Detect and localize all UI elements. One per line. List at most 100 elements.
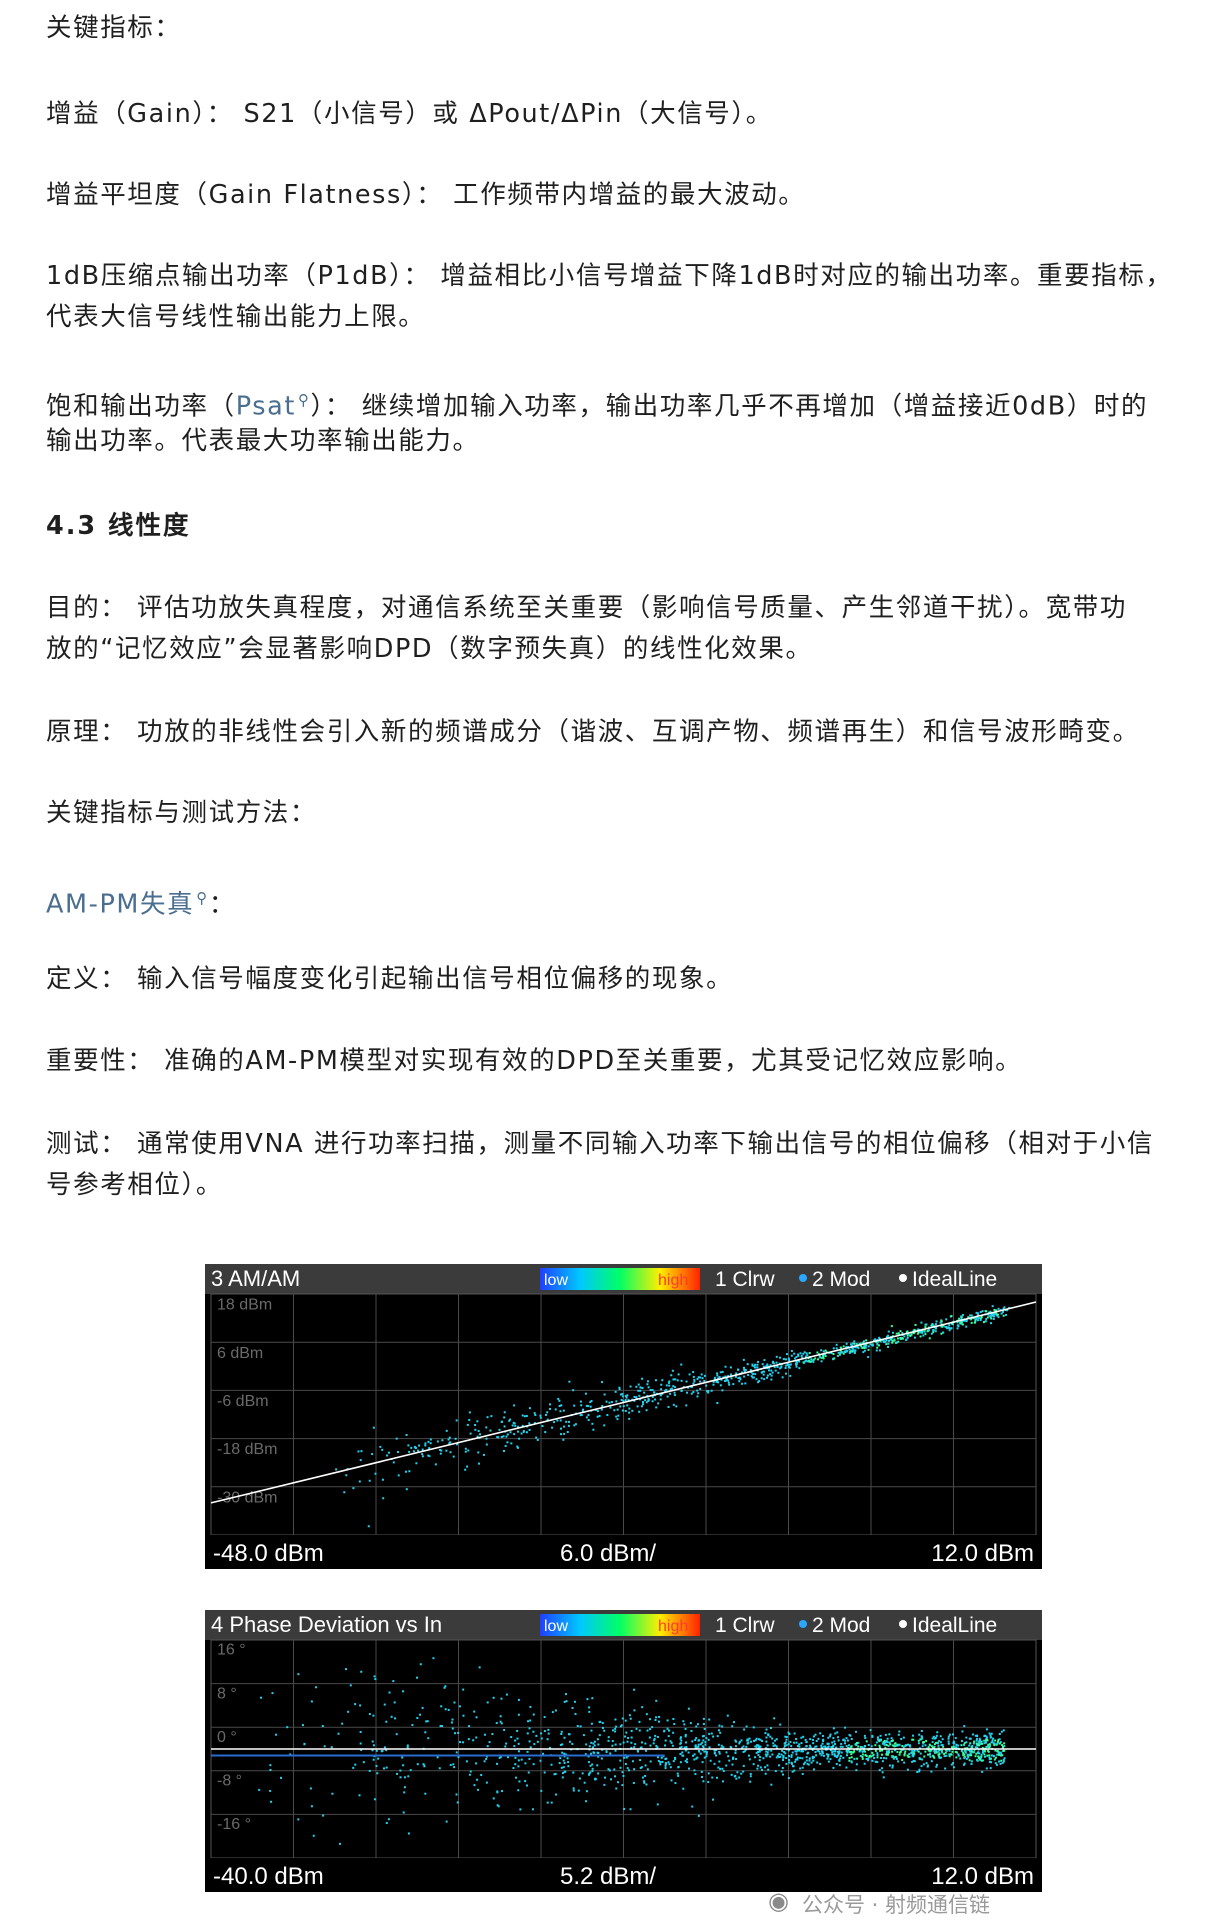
scatter-point	[359, 1704, 362, 1707]
scatter-point	[669, 1740, 672, 1743]
scatter-point	[640, 1405, 643, 1408]
scatter-point	[641, 1400, 644, 1403]
scatter-point	[485, 1781, 488, 1784]
scatter-point	[861, 1753, 864, 1756]
scatter-point	[592, 1428, 595, 1431]
scatter-point	[685, 1404, 688, 1407]
scatter-point	[358, 1480, 361, 1483]
scatter-point	[576, 1725, 579, 1728]
scatter-point	[821, 1742, 824, 1745]
scatter-point	[645, 1401, 648, 1404]
scatter-point	[392, 1680, 395, 1683]
scatter-point	[473, 1784, 476, 1787]
scatter-point	[731, 1763, 734, 1766]
scatter-point	[878, 1769, 881, 1772]
scatter-point	[646, 1380, 649, 1383]
scatter-point	[624, 1410, 627, 1413]
scatter-point	[820, 1754, 823, 1757]
scatter-point	[696, 1395, 699, 1398]
scatter-point	[973, 1740, 976, 1743]
scatter-point	[785, 1738, 788, 1741]
scatter-point	[990, 1313, 993, 1316]
scatter-point	[710, 1732, 713, 1735]
scatter-point	[867, 1348, 870, 1351]
scatter-point	[556, 1419, 559, 1422]
scatter-point	[360, 1450, 363, 1453]
scatter-point	[565, 1700, 568, 1703]
scatter-point	[861, 1757, 864, 1760]
scatter-point	[781, 1749, 784, 1752]
scatter-point	[897, 1332, 900, 1335]
scatter-point	[947, 1742, 950, 1745]
scatter-point	[449, 1441, 452, 1444]
scatter-point	[935, 1765, 938, 1768]
scatter-point	[563, 1700, 566, 1703]
scatter-point	[808, 1759, 811, 1762]
scatter-point	[453, 1766, 456, 1769]
scatter-point	[763, 1370, 766, 1373]
scatter-point	[933, 1750, 936, 1753]
scatter-point	[323, 1745, 326, 1748]
scatter-point	[717, 1729, 720, 1732]
scatter-point	[377, 1757, 380, 1760]
scatter-point	[977, 1755, 980, 1758]
scatter-point	[686, 1391, 689, 1394]
ampm-link[interactable]: AM-PM失真	[46, 890, 194, 920]
scatter-point	[930, 1324, 933, 1327]
scatter-point	[713, 1376, 716, 1379]
scatter-point	[993, 1758, 996, 1761]
scatter-point	[965, 1325, 968, 1328]
scatter-point	[617, 1781, 620, 1784]
scatter-point	[520, 1432, 523, 1435]
scatter-point	[865, 1755, 868, 1758]
scatter-point	[785, 1757, 788, 1760]
scatter-point	[827, 1760, 830, 1763]
scatter-point	[467, 1449, 470, 1452]
scatter-point	[787, 1754, 790, 1757]
scatter-point	[961, 1313, 964, 1316]
scatter-point	[630, 1736, 633, 1739]
scatter-point	[629, 1717, 632, 1720]
scatter-point	[920, 1765, 923, 1768]
scatter-point	[721, 1780, 724, 1783]
search-icon[interactable]: ⚲	[196, 889, 209, 907]
scatter-point	[677, 1373, 680, 1376]
scatter-point	[874, 1744, 877, 1747]
scatter-point	[746, 1363, 749, 1366]
scatter-point	[802, 1735, 805, 1738]
psat-link[interactable]: Psat	[236, 392, 296, 422]
scatter-point	[820, 1744, 823, 1747]
scatter-point	[735, 1757, 738, 1760]
scatter-point	[871, 1751, 874, 1754]
scatter-point	[603, 1393, 606, 1396]
scatter-point	[603, 1424, 606, 1427]
scatter-point	[845, 1745, 848, 1748]
scatter-point	[626, 1740, 629, 1743]
scatter-point	[513, 1745, 516, 1748]
search-icon[interactable]: ⚲	[298, 391, 311, 409]
scatter-point	[1000, 1754, 1003, 1757]
scatter-point	[712, 1798, 715, 1801]
scatter-point	[760, 1371, 763, 1374]
scatter-point	[492, 1696, 495, 1699]
scatter-point	[452, 1763, 455, 1766]
scatter-point	[761, 1768, 764, 1771]
scatter-point	[581, 1772, 584, 1775]
scatter-point	[485, 1443, 488, 1446]
scatter-point	[990, 1317, 993, 1320]
scatter-point	[419, 1663, 422, 1666]
scatter-point	[904, 1750, 907, 1753]
scatter-point	[784, 1752, 787, 1755]
scatter-point	[603, 1776, 606, 1779]
scatter-point	[881, 1753, 884, 1756]
scatter-point	[956, 1744, 959, 1747]
scatter-point	[466, 1423, 469, 1426]
scatter-point	[489, 1429, 492, 1432]
scatter-point	[948, 1327, 951, 1330]
scatter-point	[517, 1759, 520, 1762]
scatter-point	[428, 1455, 431, 1458]
scatter-point	[944, 1751, 947, 1754]
scatter-point	[572, 1787, 575, 1790]
scatter-point	[540, 1737, 543, 1740]
scatter-point	[588, 1745, 591, 1748]
